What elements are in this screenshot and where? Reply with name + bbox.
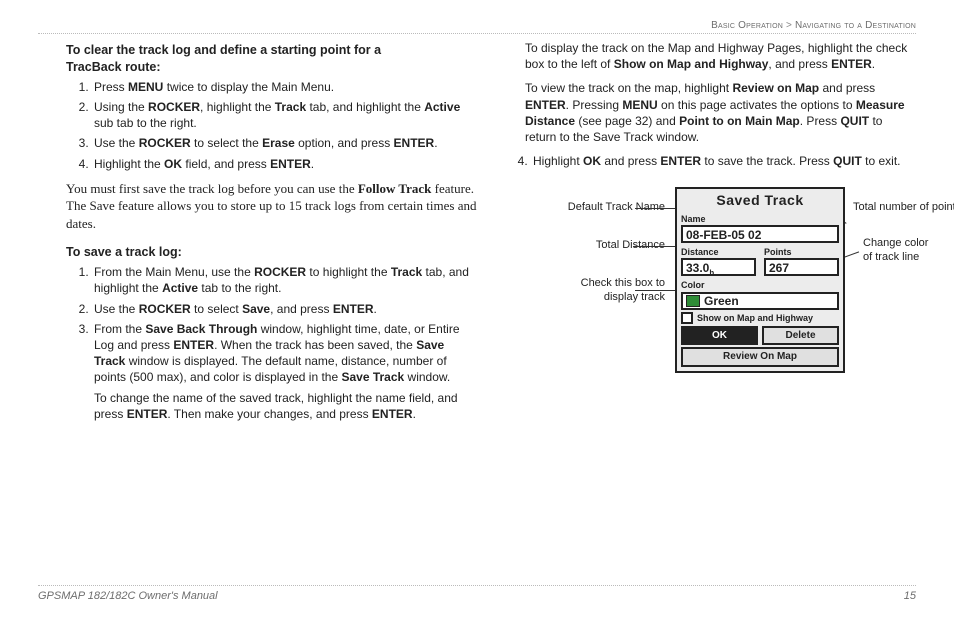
name-field[interactable]: 08-FEB-05 02 — [681, 225, 839, 243]
clear-track-steps: Press MENU twice to display the Main Men… — [66, 79, 477, 172]
body-paragraph: You must first save the track log before… — [66, 180, 477, 233]
left-column: To clear the track log and define a star… — [38, 40, 477, 426]
ok-button[interactable]: OK — [681, 326, 758, 346]
right-column: To display the track on the Map and High… — [505, 40, 916, 426]
points-label: Points — [760, 245, 843, 258]
list-item: Highlight OK and press ENTER to save the… — [531, 153, 916, 169]
list-item: Press MENU twice to display the Main Men… — [92, 79, 477, 95]
section-heading-clear-track: To clear the track log and define a star… — [66, 42, 477, 76]
page-footer: GPSMAP 182/182C Owner's Manual 15 — [38, 585, 916, 602]
checkbox-icon[interactable] — [681, 312, 693, 324]
callout-change-color: Change colorof track line — [863, 237, 954, 263]
color-label: Color — [677, 278, 843, 291]
checkbox-label: Show on Map and Highway — [697, 312, 813, 324]
list-item: Using the ROCKER, highlight the Track ta… — [92, 99, 477, 131]
points-field: 267 — [764, 258, 839, 276]
callout-line — [633, 246, 680, 247]
save-track-steps-cont: Highlight OK and press ENTER to save the… — [505, 153, 916, 169]
body-paragraph: To view the track on the map, highlight … — [525, 80, 916, 145]
list-item: From the Main Menu, use the ROCKER to hi… — [92, 264, 477, 296]
list-item: Use the ROCKER to select the Erase optio… — [92, 135, 477, 151]
device-title: Saved Track — [677, 189, 843, 212]
callout-total-points: Total number of points — [853, 201, 954, 214]
breadcrumb-page: Navigating to a Destination — [795, 20, 916, 31]
breadcrumb: Basic Operation > Navigating to a Destin… — [38, 20, 916, 34]
distance-label: Distance — [677, 245, 760, 258]
section-heading-save-track: To save a track log: — [66, 244, 477, 261]
save-track-steps: From the Main Menu, use the ROCKER to hi… — [66, 264, 477, 422]
list-item: Highlight the OK field, and press ENTER. — [92, 156, 477, 172]
color-value: Green — [704, 294, 739, 308]
show-on-map-checkbox-row[interactable]: Show on Map and Highway — [681, 312, 839, 324]
review-on-map-button[interactable]: Review On Map — [681, 347, 839, 367]
name-label: Name — [677, 212, 843, 225]
callout-line — [635, 208, 680, 209]
body-paragraph: To display the track on the Map and High… — [525, 40, 916, 72]
distance-field: 33.0h — [681, 258, 756, 276]
delete-button[interactable]: Delete — [762, 326, 839, 346]
footer-page-number: 15 — [904, 590, 916, 602]
list-item: Use the ROCKER to select Save, and press… — [92, 301, 477, 317]
breadcrumb-sep: > — [786, 20, 792, 31]
color-field[interactable]: Green — [681, 292, 839, 310]
breadcrumb-section: Basic Operation — [711, 20, 783, 31]
device-figure: Default Track Name Total Distance Check … — [505, 181, 916, 391]
color-swatch-icon — [686, 295, 700, 307]
saved-track-window: Saved Track Name 08-FEB-05 02 Distance 3… — [675, 187, 845, 372]
footer-manual-title: GPSMAP 182/182C Owner's Manual — [38, 590, 218, 602]
list-item: From the Save Back Through window, highl… — [92, 321, 477, 422]
